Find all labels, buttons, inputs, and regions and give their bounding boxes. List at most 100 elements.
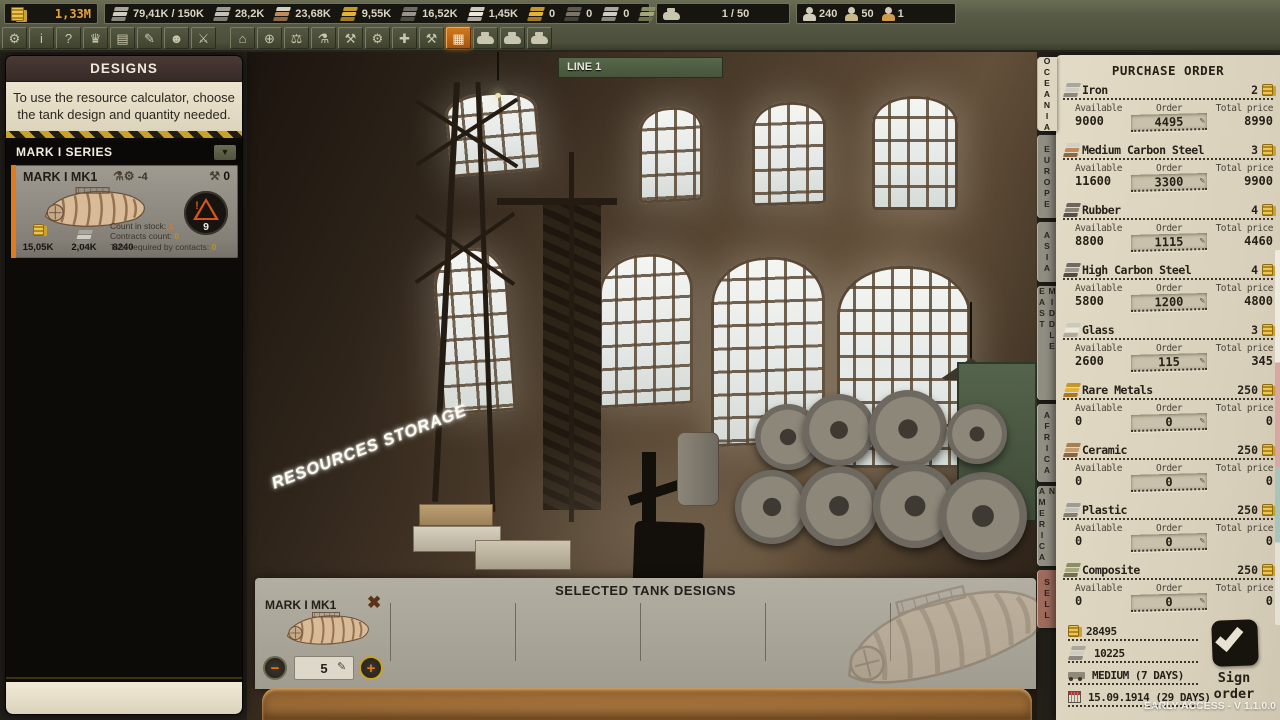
toolbar-button-notes[interactable]: ✎ [137, 27, 162, 49]
purchase-item: Rare Metals 250 Available 0 Order 0✎ Tot… [1063, 382, 1273, 442]
region-tab-europe[interactable]: EUROPE [1037, 135, 1057, 218]
order-input[interactable]: 0✎ [1131, 413, 1207, 432]
available-label: Available [1075, 223, 1127, 234]
maintenance-icon: ⚙ [372, 32, 384, 45]
close-icon[interactable]: ✖ [367, 594, 381, 611]
series-header-mark-i[interactable]: MARK I SERIES ▼ [6, 141, 242, 163]
purchase-item: Iron 2 Available 9000 Order 4495✎ Total … [1063, 82, 1273, 142]
available-label: Available [1075, 343, 1127, 354]
toolbar-button-resources[interactable]: ▦ [446, 27, 471, 49]
material-roll [939, 472, 1027, 560]
total-price-value: 9900 [1244, 174, 1273, 188]
toolbar-button-research[interactable]: ⚗ [311, 27, 336, 49]
toolbar-button-settings[interactable]: ⚙ [2, 27, 27, 49]
chevron-down-icon[interactable]: ▼ [214, 145, 236, 160]
designs-panel-title: DESIGNS [6, 56, 242, 82]
design-card-mark-i-mk1[interactable]: MARK I MK1 ⚗⚙ -4 ⚒ 0 ! 9 15,05K 2,04K 82… [11, 165, 238, 258]
production-line-tag[interactable]: LINE 1 [558, 57, 723, 78]
order-input[interactable]: 0✎ [1131, 533, 1207, 552]
plastic-icon [1064, 508, 1079, 512]
selected-tank-designs-panel: SELECTED TANK DESIGNS MARK I MK1 ✖ − ✎ + [255, 578, 1036, 689]
region-tab-asia[interactable]: ASIA [1037, 222, 1057, 282]
order-input[interactable]: 4495✎ [1131, 113, 1207, 132]
toolbar-button-help[interactable]: ? [56, 27, 81, 49]
toolbar-button-tank-designs[interactable] [473, 27, 498, 49]
truck-icon [1068, 670, 1085, 681]
toolbar-button-construction[interactable]: ⚒ [419, 27, 444, 49]
edit-icon: ✎ [1199, 293, 1205, 310]
sign-order-button[interactable] [1211, 619, 1259, 667]
resource-counter: 28,2K [213, 6, 264, 22]
research-icon: ⚗ [318, 32, 330, 45]
quantity-plus-button[interactable]: + [359, 656, 383, 680]
tank-thumbnail [269, 612, 387, 648]
quantity-minus-button[interactable]: − [263, 656, 287, 680]
region-tab-sell[interactable]: SELL [1037, 570, 1057, 628]
version-watermark: EARLY ACCESS - V 1.1.0.0 [1144, 700, 1276, 712]
workshop-icon: ⚒ [345, 32, 357, 45]
gunpowder-icon [566, 12, 581, 16]
factory-window [639, 105, 703, 203]
material-roll [869, 390, 947, 468]
order-input[interactable]: 1115✎ [1131, 233, 1207, 252]
material-roll [803, 394, 875, 466]
toolbar-button-military[interactable]: ⚔ [191, 27, 216, 49]
medium-carbon-steel-icon [1064, 148, 1079, 152]
coins-icon [33, 224, 44, 236]
coins-icon [1262, 384, 1273, 396]
available-label: Available [1075, 283, 1127, 294]
available-label: Available [1075, 463, 1127, 474]
scrollbar[interactable] [1275, 250, 1280, 625]
purchase-item: Composite 250 Available 0 Order 0✎ Total… [1063, 562, 1273, 622]
order-input[interactable]: 115✎ [1131, 353, 1207, 372]
purchase-item: Medium Carbon Steel 3 Available 11600 Or… [1063, 142, 1273, 202]
edit-icon: ✎ [1199, 173, 1205, 190]
wire-coil-icon [341, 12, 356, 16]
staff-counter: 240 [803, 7, 837, 21]
leather-tray [262, 688, 1032, 720]
order-input[interactable]: 0✎ [1131, 473, 1207, 492]
toolbar-button-crew[interactable]: ✚ [392, 27, 417, 49]
reports-icon: ▤ [116, 32, 128, 45]
total-price-value: 0 [1266, 474, 1273, 488]
region-tab-n-america[interactable]: N AMERICA [1037, 486, 1057, 566]
manager-icon [882, 7, 895, 21]
resources-icon: ▦ [452, 32, 464, 45]
toolbar-button-achievements[interactable]: ♛ [83, 27, 108, 49]
toolbar-button-tank-transfer[interactable] [527, 27, 552, 49]
edit-icon: ✎ [1199, 593, 1205, 610]
region-tab-oceania[interactable]: OCEANIA [1037, 57, 1057, 131]
toolbar-button-personnel[interactable]: ☻ [164, 27, 189, 49]
toolbar-button-market[interactable]: ⚖ [284, 27, 309, 49]
tank-add-icon [504, 36, 521, 44]
total-price-label: Total price [1216, 163, 1273, 174]
world-map-icon: ⊕ [264, 32, 275, 45]
available-value: 9000 [1075, 114, 1127, 128]
gold-bars-icon [528, 12, 543, 16]
toolbar-button-world-map[interactable]: ⊕ [257, 27, 282, 49]
toolbar-button-workshop[interactable]: ⚒ [338, 27, 363, 49]
available-value: 2600 [1075, 354, 1127, 368]
summary-row: 28495 [1068, 625, 1198, 641]
composite-icon [1064, 568, 1079, 572]
toolbar-button-info[interactable]: i [29, 27, 54, 49]
slot-design-name: MARK I MK1 [265, 598, 336, 612]
available-value: 0 [1075, 594, 1127, 608]
composites-icon [640, 12, 655, 16]
pallet-stack [475, 540, 571, 570]
toolbar-button-maintenance[interactable]: ⚙ [365, 27, 390, 49]
region-tab-middle-east[interactable]: MIDDLE EAST [1037, 286, 1057, 400]
high-carbon-steel-icon [1064, 268, 1079, 272]
available-value: 0 [1075, 534, 1127, 548]
toolbar-button-reports[interactable]: ▤ [110, 27, 135, 49]
toolbar-button-factory[interactable]: ⌂ [230, 27, 255, 49]
order-label: Order [1156, 283, 1182, 294]
region-tab-africa[interactable]: AFRICA [1037, 404, 1057, 482]
order-input[interactable]: 0✎ [1131, 593, 1207, 612]
material-roll [735, 470, 809, 544]
toolbar-button-tank-add[interactable] [500, 27, 525, 49]
achievements-icon: ♛ [90, 32, 102, 45]
available-value: 0 [1075, 414, 1127, 428]
order-input[interactable]: 3300✎ [1131, 173, 1207, 192]
order-input[interactable]: 1200✎ [1131, 293, 1207, 312]
